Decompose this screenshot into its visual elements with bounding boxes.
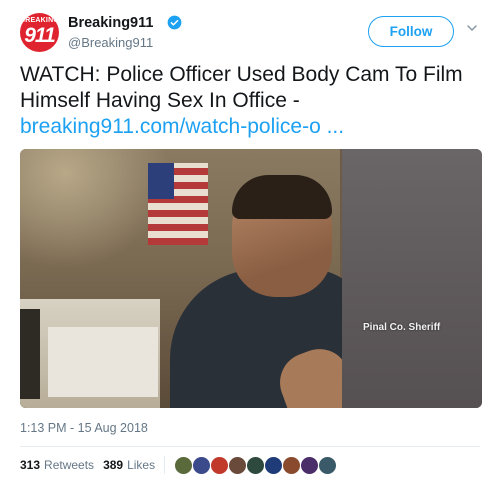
- retweets-stat[interactable]: 313 Retweets: [20, 458, 94, 472]
- liker-avatar-5[interactable]: [246, 455, 266, 475]
- liker-avatars: [174, 455, 338, 475]
- liker-avatar-4[interactable]: [228, 455, 248, 475]
- video-media[interactable]: Pinal Co. Sheriff: [20, 149, 482, 408]
- engagement-stats: 313 Retweets 389 Likes: [20, 455, 338, 475]
- tweet-card: BREAKING 911 Breaking911 @Breaking911 Fo…: [0, 0, 500, 481]
- chevron-down-icon[interactable]: [466, 22, 478, 34]
- liker-avatar-7[interactable]: [282, 455, 302, 475]
- divider: [20, 446, 480, 447]
- liker-avatar-2[interactable]: [192, 455, 212, 475]
- papers-graphic: [48, 327, 158, 397]
- blurred-region: [342, 149, 482, 408]
- tweet-body: WATCH: Police Officer Used Body Cam To F…: [20, 63, 463, 112]
- likes-stat[interactable]: 389 Likes: [103, 458, 155, 472]
- verified-badge-icon: [167, 15, 182, 30]
- liker-avatar-1[interactable]: [174, 455, 194, 475]
- follow-button[interactable]: Follow: [368, 16, 454, 47]
- likes-count: 389: [103, 458, 124, 472]
- avatar[interactable]: BREAKING 911: [20, 13, 59, 52]
- liker-avatar-9[interactable]: [318, 455, 338, 475]
- user-display-name[interactable]: Breaking911: [68, 15, 153, 31]
- officer-hair: [232, 175, 332, 219]
- liker-avatar-6[interactable]: [264, 455, 284, 475]
- stats-separator: [164, 456, 166, 474]
- flag-canton: [148, 163, 174, 199]
- retweets-count: 313: [20, 458, 41, 472]
- liker-avatar-3[interactable]: [210, 455, 230, 475]
- tweet-link[interactable]: breaking911.com/watch-police-o ...: [20, 115, 344, 138]
- avatar-number: 911: [24, 24, 55, 47]
- likes-label: Likes: [127, 458, 156, 472]
- avatar-brand-text: BREAKING: [20, 17, 59, 24]
- liker-avatar-8[interactable]: [300, 455, 320, 475]
- tweet-timestamp[interactable]: 1:13 PM - 15 Aug 2018: [20, 421, 148, 435]
- user-handle[interactable]: @Breaking911: [68, 35, 153, 50]
- binder-graphic: [20, 309, 40, 399]
- video-watermark: Pinal Co. Sheriff: [363, 322, 441, 333]
- retweets-label: Retweets: [44, 458, 95, 472]
- tweet-text: WATCH: Police Officer Used Body Cam To F…: [20, 62, 490, 140]
